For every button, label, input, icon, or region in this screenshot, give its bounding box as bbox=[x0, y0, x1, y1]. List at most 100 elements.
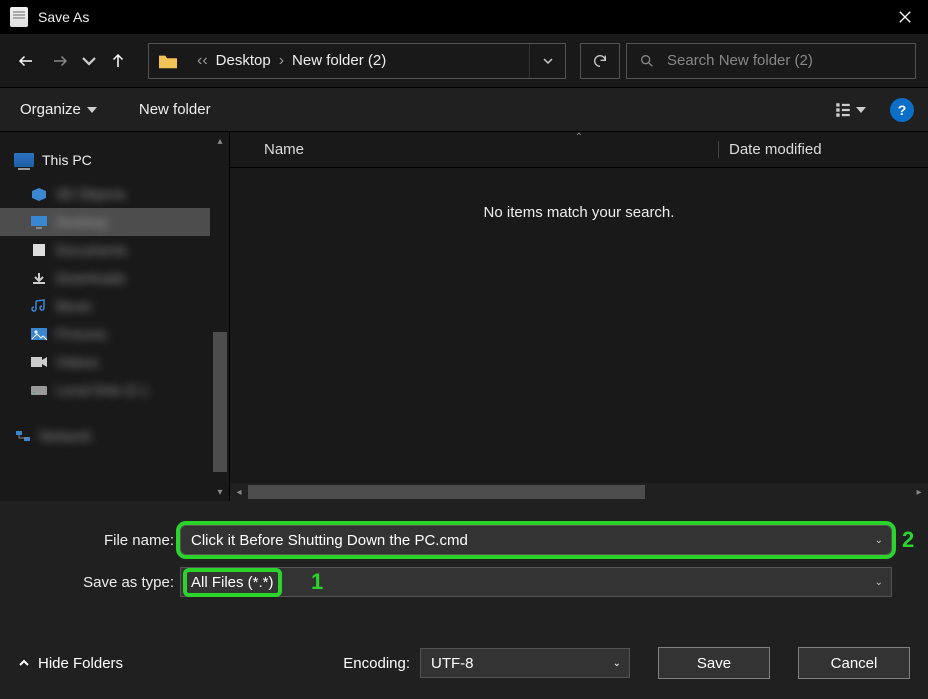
cancel-label: Cancel bbox=[831, 655, 878, 672]
new-folder-button[interactable]: New folder bbox=[133, 97, 217, 122]
monitor-icon bbox=[30, 215, 48, 229]
tree-label: Pictures bbox=[56, 326, 107, 342]
scroll-up-icon[interactable]: ▴ bbox=[211, 132, 229, 150]
sort-indicator-icon: ⌃ bbox=[575, 132, 583, 143]
back-button[interactable] bbox=[12, 43, 40, 79]
arrow-left-icon bbox=[17, 52, 35, 70]
toolbar: Organize New folder ? bbox=[0, 88, 928, 132]
tree-item[interactable]: Videos bbox=[0, 348, 210, 376]
saveastype-select[interactable]: All Files (*.*) 1 ⌄ bbox=[180, 567, 892, 597]
caret-down-icon bbox=[856, 107, 866, 113]
cube-icon bbox=[30, 187, 48, 201]
horizontal-scrollbar[interactable]: ◂ ▸ bbox=[230, 483, 928, 501]
tree-item[interactable]: Downloads bbox=[0, 264, 210, 292]
download-icon bbox=[30, 271, 48, 285]
bottom-row: Hide Folders Encoding: UTF-8 ⌄ Save Canc… bbox=[0, 647, 928, 679]
column-name[interactable]: Name bbox=[230, 141, 718, 158]
chevron-up-icon bbox=[18, 657, 30, 669]
window-title: Save As bbox=[38, 9, 89, 25]
tree-label: 3D Objects bbox=[56, 186, 125, 202]
annotation-two: 2 bbox=[902, 527, 920, 553]
close-icon bbox=[898, 10, 912, 24]
tree-label: Desktop bbox=[56, 214, 107, 230]
hide-folders-label: Hide Folders bbox=[38, 655, 123, 672]
annotation-one: 1 bbox=[311, 569, 323, 595]
tree-item[interactable]: Network bbox=[0, 422, 210, 450]
tree-label: Documents bbox=[56, 242, 127, 258]
arrow-up-icon bbox=[109, 52, 127, 70]
tree-item-desktop[interactable]: Desktop bbox=[0, 208, 210, 236]
column-date-label: Date modified bbox=[729, 141, 822, 158]
filename-label: File name: bbox=[0, 532, 180, 549]
tree-item[interactable]: Local Disk (C:) bbox=[0, 376, 210, 404]
new-folder-label: New folder bbox=[139, 101, 211, 118]
view-options-button[interactable] bbox=[828, 99, 872, 121]
search-input[interactable]: Search New folder (2) bbox=[626, 43, 916, 79]
organize-label: Organize bbox=[20, 101, 81, 118]
notepad-icon bbox=[10, 7, 28, 27]
video-icon bbox=[30, 355, 48, 369]
save-button[interactable]: Save bbox=[658, 647, 770, 679]
explorer-body: This PC 3D Objects Desktop Documents Dow… bbox=[0, 132, 928, 501]
content-panel: ⌃ Name Date modified No items match your… bbox=[230, 132, 928, 501]
close-button[interactable] bbox=[882, 0, 928, 34]
refresh-button[interactable] bbox=[580, 43, 620, 79]
breadcrumb-newfolder[interactable]: New folder (2) bbox=[292, 52, 386, 69]
scroll-right-icon[interactable]: ▸ bbox=[910, 487, 928, 498]
scroll-thumb[interactable] bbox=[248, 485, 645, 499]
chevron-down-icon[interactable]: ⌄ bbox=[875, 577, 883, 588]
pc-icon bbox=[14, 153, 34, 167]
tree-label: Network bbox=[40, 428, 91, 444]
tree-root-label: This PC bbox=[42, 152, 92, 168]
column-headers: ⌃ Name Date modified bbox=[230, 132, 928, 168]
tree-label: Local Disk (C:) bbox=[56, 382, 148, 398]
breadcrumb-desktop[interactable]: Desktop bbox=[216, 52, 271, 69]
chevron-down-icon[interactable]: ⌄ bbox=[875, 535, 883, 546]
tree-panel: This PC 3D Objects Desktop Documents Dow… bbox=[0, 132, 230, 501]
refresh-icon bbox=[592, 53, 608, 69]
scroll-down-icon[interactable]: ▾ bbox=[211, 483, 229, 501]
footer: File name: Click it Before Shutting Down… bbox=[0, 501, 928, 699]
column-name-label: Name bbox=[264, 141, 304, 158]
breadcrumb-chevron-icon: › bbox=[279, 52, 284, 70]
breadcrumb-separator: ‹‹ bbox=[197, 52, 208, 70]
tree-this-pc[interactable]: This PC bbox=[0, 146, 210, 174]
forward-button[interactable] bbox=[46, 43, 74, 79]
folder-icon bbox=[155, 51, 181, 71]
help-button[interactable]: ? bbox=[890, 98, 914, 122]
network-icon bbox=[14, 429, 32, 443]
tree-item[interactable]: Documents bbox=[0, 236, 210, 264]
cancel-button[interactable]: Cancel bbox=[798, 647, 910, 679]
scroll-thumb[interactable] bbox=[213, 332, 227, 472]
titlebar: Save As bbox=[0, 0, 928, 34]
chevron-down-icon[interactable]: ⌄ bbox=[613, 658, 621, 669]
document-icon bbox=[30, 243, 48, 257]
picture-icon bbox=[30, 327, 48, 341]
arrow-right-icon bbox=[51, 52, 69, 70]
search-placeholder: Search New folder (2) bbox=[667, 52, 813, 69]
tree-label: Videos bbox=[56, 354, 99, 370]
organize-button[interactable]: Organize bbox=[14, 97, 103, 122]
encoding-select[interactable]: UTF-8 ⌄ bbox=[420, 648, 630, 678]
recent-button[interactable] bbox=[80, 43, 98, 79]
saveastype-value: All Files (*.*) bbox=[191, 574, 274, 591]
filename-row: File name: Click it Before Shutting Down… bbox=[0, 525, 920, 555]
scroll-left-icon[interactable]: ◂ bbox=[230, 487, 248, 498]
tree-label: Music bbox=[56, 298, 93, 314]
navbar: ‹‹ Desktop › New folder (2) Search New f… bbox=[0, 34, 928, 88]
breadcrumb[interactable]: ‹‹ Desktop › New folder (2) bbox=[148, 43, 566, 79]
help-icon: ? bbox=[898, 102, 907, 118]
view-list-icon bbox=[834, 101, 852, 119]
tree-item[interactable]: 3D Objects bbox=[0, 180, 210, 208]
column-date[interactable]: Date modified bbox=[718, 141, 928, 158]
tree-scrollbar[interactable]: ▴ ▾ bbox=[211, 132, 229, 501]
up-button[interactable] bbox=[104, 43, 132, 79]
search-icon bbox=[639, 53, 655, 69]
hide-folders-button[interactable]: Hide Folders bbox=[18, 655, 123, 672]
disk-icon bbox=[30, 383, 48, 397]
filename-input[interactable]: Click it Before Shutting Down the PC.cmd… bbox=[180, 525, 892, 555]
tree-item[interactable]: Pictures bbox=[0, 320, 210, 348]
tree-item[interactable]: Music bbox=[0, 292, 210, 320]
chevron-down-icon bbox=[80, 52, 98, 70]
breadcrumb-dropdown[interactable] bbox=[529, 44, 565, 78]
